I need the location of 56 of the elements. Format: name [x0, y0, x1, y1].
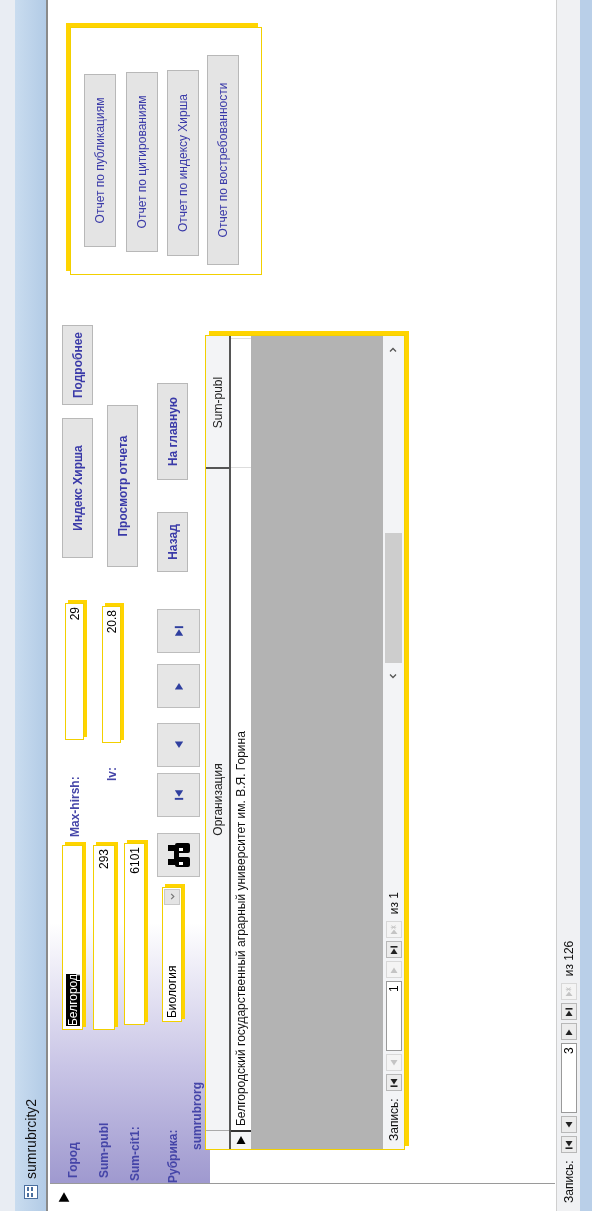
- nav-button[interactable]: [561, 1003, 577, 1021]
- command-button[interactable]: Просмотр отчета: [107, 405, 138, 567]
- last-record-icon: [172, 625, 185, 637]
- previous-icon: [564, 1119, 574, 1130]
- field-label: Sum-cit1:: [127, 1125, 142, 1181]
- new-record-icon: [388, 924, 399, 935]
- first-record-icon: [172, 789, 185, 801]
- horizontal-scrollbar[interactable]: [383, 336, 404, 689]
- text-field[interactable]: 20.8: [102, 606, 121, 743]
- nav-button[interactable]: [385, 1074, 402, 1092]
- text-field[interactable]: 6101: [124, 843, 145, 1025]
- scrollbar-thumb[interactable]: [385, 533, 402, 663]
- last-record-icon: [564, 1006, 574, 1017]
- text-field[interactable]: 29: [65, 603, 84, 740]
- table-cell: Белгородский государственный аграрный университет им. В.Я. Горина: [231, 467, 251, 1130]
- text-field[interactable]: Белгород: [62, 845, 83, 1030]
- find-button[interactable]: [157, 833, 200, 877]
- field-label: Max-hirsh:: [67, 775, 82, 837]
- command-button[interactable]: Подробнее: [62, 325, 93, 405]
- first-record-icon: [564, 1139, 574, 1150]
- new-record-icon: [564, 986, 574, 997]
- column-header[interactable]: Организация: [206, 467, 229, 1130]
- field-label: Рубрика:: [166, 1129, 180, 1183]
- last-record-icon: [388, 944, 399, 955]
- window-title: sumrubrcity2: [22, 1098, 39, 1179]
- first-record-icon: [388, 1077, 399, 1088]
- record-count: из 126: [562, 940, 576, 977]
- command-button[interactable]: Назад: [157, 512, 188, 572]
- record-label: Запись:: [386, 1098, 401, 1141]
- nav-button[interactable]: [561, 1136, 577, 1154]
- command-button[interactable]: Индекс Хирша: [62, 418, 93, 558]
- record-nav-button[interactable]: [157, 773, 200, 817]
- field-label: Город: [65, 1141, 80, 1178]
- text-field[interactable]: 293: [93, 845, 115, 1030]
- report-button[interactable]: Отчет по индексу Хирша: [167, 70, 199, 256]
- field-label: lv:: [104, 766, 119, 781]
- field-label: Sum-publ: [97, 1121, 111, 1178]
- form-icon: [23, 1185, 38, 1199]
- subform-label: sumrubrorg: [190, 1082, 204, 1150]
- scroll-left-icon[interactable]: [388, 671, 398, 681]
- record-label: Запись:: [562, 1160, 576, 1203]
- nav-button[interactable]: [561, 1023, 577, 1041]
- record-number-field[interactable]: 1: [385, 981, 402, 1052]
- combo-box[interactable]: Биология: [162, 887, 182, 1022]
- record-count: из 1: [386, 892, 401, 915]
- record-number-field[interactable]: 3: [561, 1043, 577, 1114]
- nav-button[interactable]: [385, 941, 402, 959]
- previous-icon: [388, 1057, 399, 1068]
- nav-button[interactable]: [561, 1116, 577, 1134]
- report-button[interactable]: Отчет по публикациям: [84, 74, 116, 247]
- command-button[interactable]: На главную: [157, 383, 188, 480]
- scroll-right-icon[interactable]: [388, 345, 398, 355]
- record-nav-button[interactable]: [157, 609, 200, 653]
- report-button[interactable]: Отчет по востребованности: [207, 55, 239, 265]
- report-button[interactable]: Отчет по цитированиям: [126, 72, 158, 252]
- column-header[interactable]: Sum-publ: [206, 338, 229, 467]
